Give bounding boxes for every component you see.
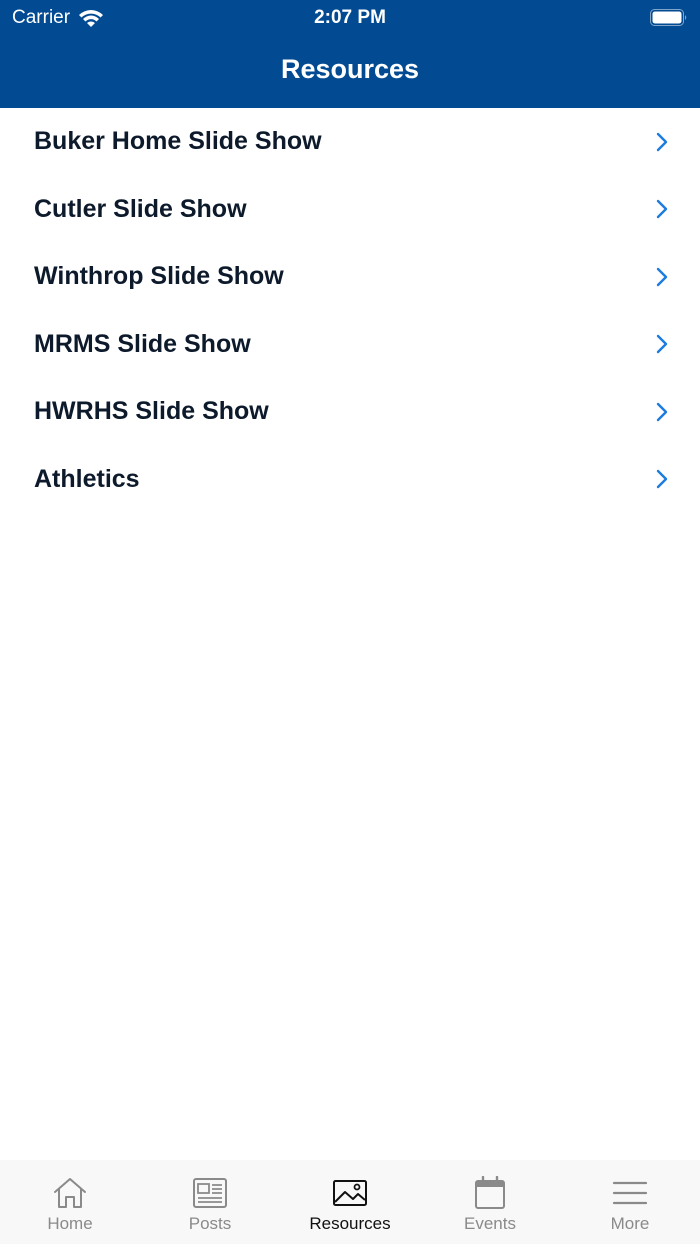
list-item[interactable]: MRMS Slide Show — [0, 311, 700, 379]
calendar-icon — [475, 1176, 505, 1209]
chevron-right-icon — [656, 402, 668, 421]
list-item-label: Winthrop Slide Show — [34, 262, 284, 291]
tab-more[interactable]: More — [560, 1160, 700, 1244]
chevron-right-icon — [656, 132, 668, 151]
tab-home[interactable]: Home — [0, 1160, 140, 1244]
tab-label: Events — [464, 1214, 516, 1233]
tab-label: More — [610, 1214, 650, 1233]
battery-icon — [650, 9, 687, 26]
tab-label: Posts — [188, 1214, 232, 1233]
list-item-label: Athletics — [34, 464, 140, 493]
list-item-label: Cutler Slide Show — [34, 194, 247, 223]
status-time: 2:07 PM — [314, 7, 386, 28]
list-item[interactable]: Winthrop Slide Show — [0, 243, 700, 311]
list-item-label: MRMS Slide Show — [34, 329, 251, 358]
newspaper-icon — [193, 1178, 227, 1208]
menu-icon — [612, 1181, 648, 1205]
chevron-right-icon — [656, 470, 668, 489]
list-item-label: Buker Home Slide Show — [34, 127, 322, 156]
list-item[interactable]: Cutler Slide Show — [0, 176, 700, 244]
tab-label: Home — [47, 1214, 93, 1233]
status-bar: Carrier 2:07 PM — [0, 0, 700, 36]
list-item[interactable]: HWRHS Slide Show — [0, 378, 700, 446]
chevron-right-icon — [656, 335, 668, 354]
chevron-right-icon — [656, 200, 668, 219]
chevron-right-icon — [656, 267, 668, 286]
page-title: Resources — [280, 54, 420, 84]
navigation-header: Carrier 2:07 PM Resources — [0, 0, 700, 108]
tab-posts[interactable]: Posts — [140, 1160, 280, 1244]
tab-bar: Home Posts Resources Events More — [0, 1160, 700, 1244]
list-item[interactable]: Buker Home Slide Show — [0, 108, 700, 176]
image-icon — [333, 1180, 367, 1206]
home-icon — [54, 1178, 86, 1208]
tab-resources[interactable]: Resources — [280, 1160, 420, 1244]
tab-label: Resources — [309, 1214, 391, 1233]
tab-events[interactable]: Events — [420, 1160, 560, 1244]
resources-list: Buker Home Slide Show Cutler Slide Show … — [0, 108, 700, 513]
list-item-label: HWRHS Slide Show — [34, 397, 269, 426]
list-item[interactable]: Athletics — [0, 446, 700, 514]
